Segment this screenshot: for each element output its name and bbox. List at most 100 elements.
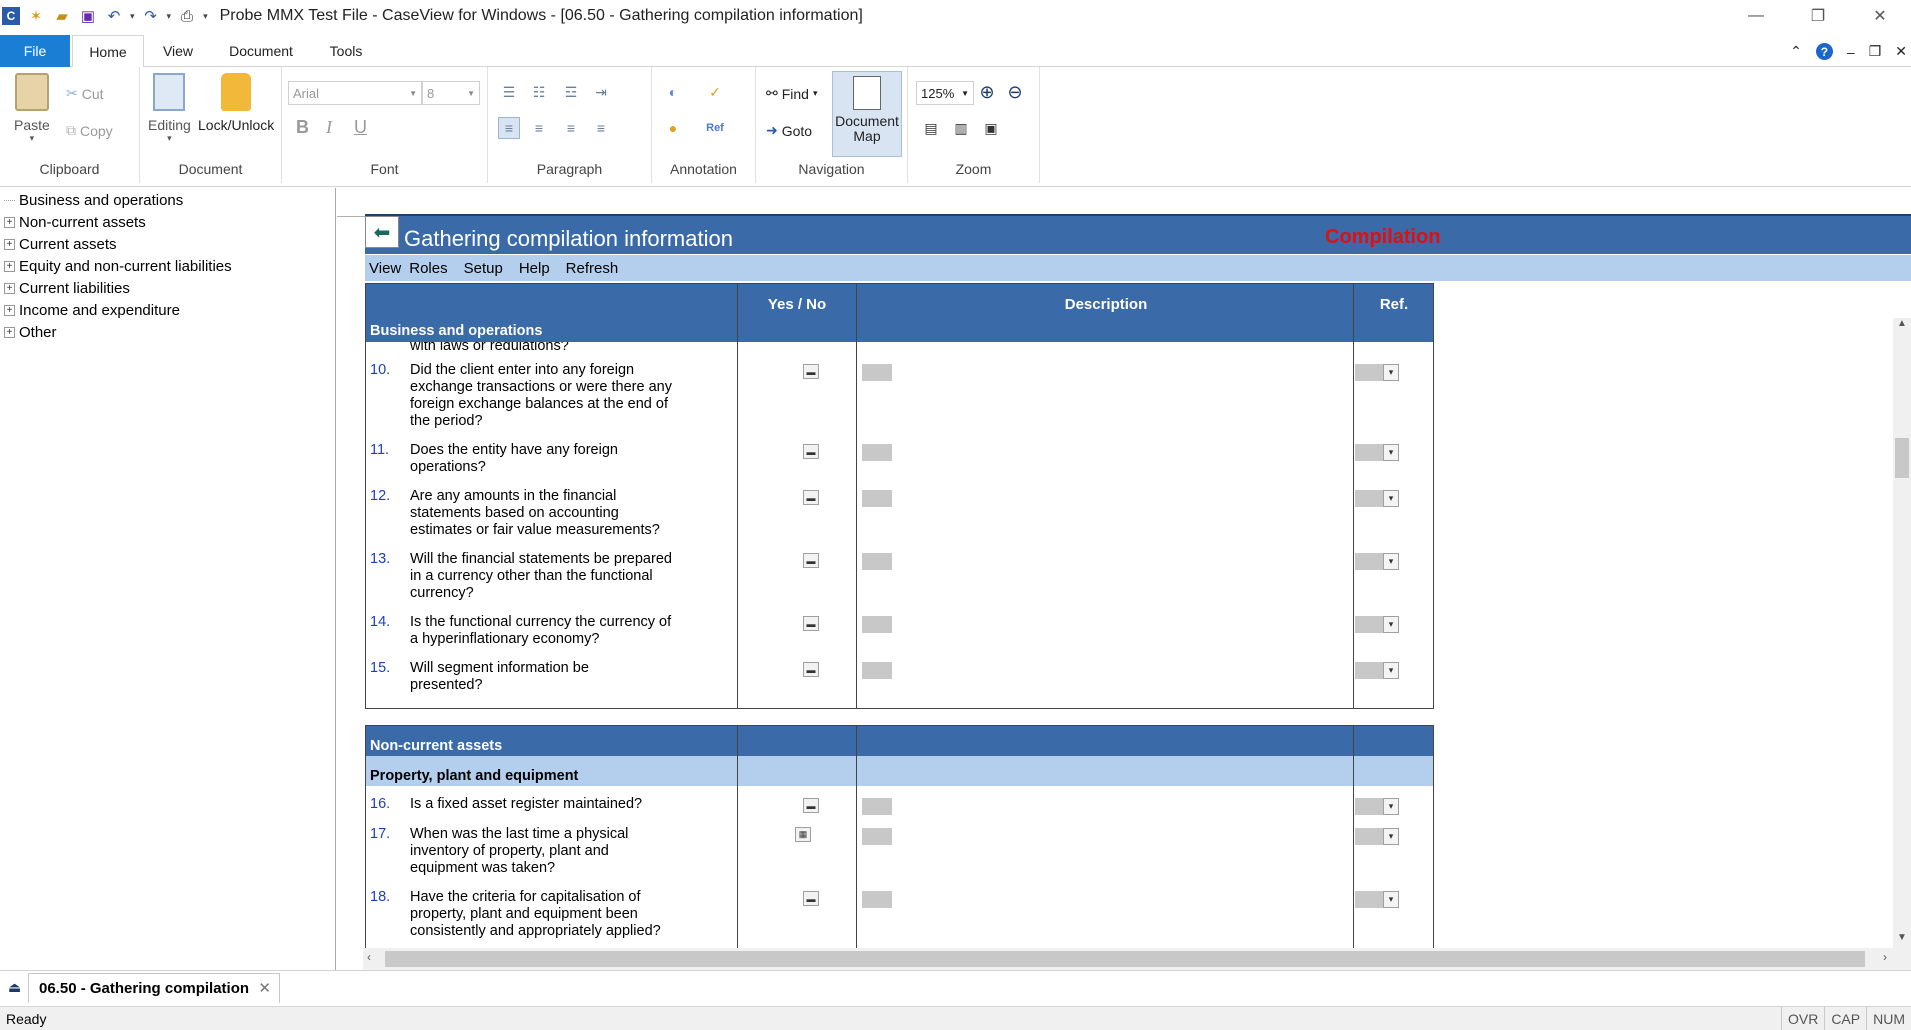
ref-field[interactable] [1355,364,1383,381]
scroll-right-icon[interactable]: › [1883,950,1887,964]
ref-dropdown-icon[interactable]: ▾ [1383,828,1399,845]
tree-item-business-and-operations[interactable]: Business and operations [4,192,183,209]
ref-field[interactable] [1355,828,1383,845]
expand-icon[interactable]: + [4,261,15,272]
description-field[interactable] [862,444,892,461]
paste-button[interactable]: Paste ▾ [14,73,50,144]
undo-icon[interactable]: ↶ [104,6,124,26]
tree-item-current-assets[interactable]: + Current assets [4,236,117,253]
tree-item-non-current-assets[interactable]: + Non-current assets [4,214,146,231]
reference-icon[interactable]: Ref [704,117,726,139]
editing-button[interactable]: Editing ▾ [148,73,191,144]
undo-dropdown-icon[interactable]: ▾ [130,11,135,22]
expand-icon[interactable]: + [4,305,15,316]
menu-roles[interactable]: Roles [409,260,447,277]
yes-no-dropdown[interactable]: ▬ [803,553,819,568]
ref-field[interactable] [1355,662,1383,679]
mdi-restore-icon[interactable]: ❐ [1869,43,1882,60]
zoom-combo[interactable]: 125% ▼ [916,81,974,105]
yes-no-dropdown[interactable]: ▬ [803,364,819,379]
bullet-list-icon[interactable]: ☰ [498,81,520,103]
editing-dropdown-icon[interactable]: ▾ [167,133,172,144]
menu-view[interactable]: View [369,260,401,277]
align-center-icon[interactable]: ≡ [528,117,550,139]
description-field[interactable] [862,553,892,570]
hscroll-thumb[interactable] [385,951,1865,967]
indent-icon[interactable]: ⇥ [590,81,612,103]
horizontal-scrollbar[interactable]: ‹ › [363,948,1911,970]
ref-field[interactable] [1355,616,1383,633]
tree-item-other[interactable]: + Other [4,324,57,341]
tab-list-icon[interactable]: ⏏ [8,979,21,996]
scroll-thumb[interactable] [1895,438,1909,478]
find-button[interactable]: ⚯ Find ▾ [766,85,818,102]
close-icon[interactable]: ✕ [1849,0,1911,32]
back-button[interactable]: ⬅ [365,216,399,248]
mdi-close-icon[interactable]: ✕ [1895,43,1907,60]
print-preview-icon[interactable]: ⎙ [177,6,197,26]
underline-button[interactable]: U [354,117,367,138]
ref-dropdown-icon[interactable]: ▾ [1383,616,1399,633]
redo-icon[interactable]: ↷ [141,6,161,26]
collapse-ribbon-icon[interactable]: ⌃ [1790,43,1802,60]
ref-field[interactable] [1355,553,1383,570]
ref-dropdown-icon[interactable]: ▾ [1383,444,1399,461]
ref-field[interactable] [1355,490,1383,507]
tab-file[interactable]: File [0,35,70,67]
align-left-icon[interactable]: ≡ [498,117,520,139]
annotation-color-icon[interactable]: ◐ [662,81,684,103]
expand-icon[interactable]: + [4,327,15,338]
document-tab[interactable]: 06.50 - Gathering compilation ✕ [28,973,280,1004]
ref-dropdown-icon[interactable]: ▾ [1383,662,1399,679]
multilevel-list-icon[interactable]: ☲ [560,81,582,103]
scroll-up-icon[interactable]: ▲ [1893,318,1911,336]
tree-item-income-expenditure[interactable]: + Income and expenditure [4,302,180,319]
zoom-in-icon[interactable]: ⊕ [976,81,998,103]
restore-icon[interactable]: ❐ [1787,0,1849,32]
align-right-icon[interactable]: ≡ [560,117,582,139]
redo-dropdown-icon[interactable]: ▾ [167,11,172,22]
ref-field[interactable] [1355,444,1383,461]
italic-button[interactable]: I [326,117,332,138]
ref-field[interactable] [1355,798,1383,815]
description-field[interactable] [862,364,892,381]
ref-field[interactable] [1355,891,1383,908]
yes-no-dropdown[interactable]: ▬ [803,616,819,631]
font-family-combo[interactable]: Arial ▼ [288,81,422,105]
expand-icon[interactable]: + [4,217,15,228]
description-field[interactable] [862,798,892,815]
tab-tools[interactable]: Tools [318,35,374,67]
font-size-combo[interactable]: 8 ▼ [422,81,480,105]
actual-size-icon[interactable]: ▣ [980,117,1002,139]
tab-home[interactable]: Home [72,35,144,68]
tab-document[interactable]: Document [218,35,304,67]
description-field[interactable] [862,662,892,679]
close-tab-icon[interactable]: ✕ [258,979,271,997]
tab-view[interactable]: View [150,35,206,67]
lock-unlock-button[interactable]: Lock/Unlock [198,73,274,133]
cut-button[interactable]: ✂ Cut [66,85,104,102]
description-field[interactable] [862,490,892,507]
expand-icon[interactable]: + [4,283,15,294]
menu-help[interactable]: Help [519,260,550,277]
help-icon[interactable]: ? [1815,43,1833,60]
date-picker-icon[interactable]: ▦ [795,827,811,842]
description-field[interactable] [862,828,892,845]
save-icon[interactable]: ▣ [78,6,98,26]
copy-button[interactable]: ⧉ Copy [66,122,113,139]
open-folder-icon[interactable]: ▰ [52,6,72,26]
ref-dropdown-icon[interactable]: ▾ [1383,364,1399,381]
yes-no-dropdown[interactable]: ▬ [803,891,819,906]
tree-item-equity-non-current-liabilities[interactable]: + Equity and non-current liabilities [4,258,232,275]
document-map-button[interactable]: Document Map [832,71,902,157]
zoom-out-icon[interactable]: ⊖ [1004,81,1026,103]
mdi-minimize-icon[interactable]: – [1847,44,1855,60]
tickmark-icon[interactable]: ✓ [704,81,726,103]
goto-button[interactable]: ➜ Goto [766,122,812,139]
vertical-scrollbar[interactable]: ▲ ▼ [1893,318,1911,950]
ref-dropdown-icon[interactable]: ▾ [1383,798,1399,815]
yes-no-dropdown[interactable]: ▬ [803,798,819,813]
ref-dropdown-icon[interactable]: ▾ [1383,553,1399,570]
tree-item-current-liabilities[interactable]: + Current liabilities [4,280,130,297]
customize-qat-icon[interactable]: ▾ [203,11,208,22]
